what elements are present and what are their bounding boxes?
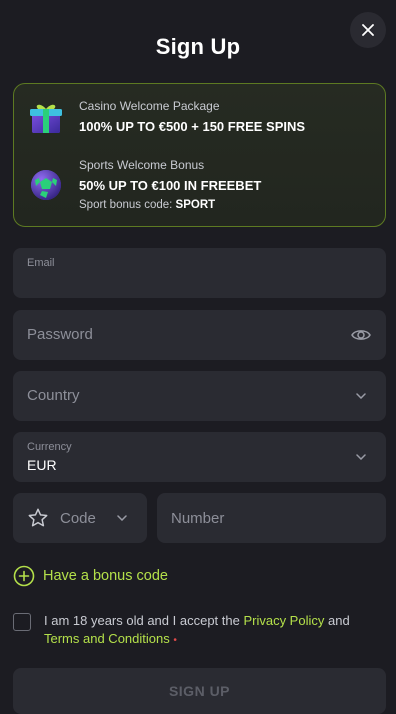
show-password-toggle[interactable] bbox=[350, 324, 372, 346]
number-placeholder: Number bbox=[171, 510, 225, 527]
password-placeholder: Password bbox=[27, 326, 93, 343]
soccer-ball-icon bbox=[31, 170, 61, 200]
eye-icon bbox=[351, 330, 371, 340]
country-select[interactable]: Country bbox=[13, 371, 386, 421]
casino-bonus-label: Casino Welcome Package bbox=[79, 99, 220, 113]
signup-modal: Sign Up Casino Welcome Package 100% UP T… bbox=[0, 0, 396, 714]
sports-bonus-label: Sports Welcome Bonus bbox=[79, 158, 205, 172]
password-field[interactable]: Password bbox=[13, 310, 386, 360]
terms-text: I am 18 years old and I accept the Priva… bbox=[44, 613, 350, 646]
phone-number-input[interactable]: Number bbox=[157, 493, 386, 543]
welcome-bonus-panel: Casino Welcome Package 100% UP TO €500 +… bbox=[13, 83, 386, 227]
country-placeholder: Country bbox=[27, 387, 80, 404]
casino-bonus-offer: 100% UP TO €500 + 150 FREE SPINS bbox=[79, 119, 306, 134]
have-bonus-code-link[interactable]: Have a bonus code bbox=[13, 565, 168, 587]
code-placeholder: Code bbox=[60, 510, 96, 527]
chevron-down-icon bbox=[117, 515, 127, 521]
star-icon bbox=[28, 508, 48, 527]
required-mark: • bbox=[173, 635, 177, 646]
page-title: Sign Up bbox=[155, 34, 241, 59]
phone-code-select[interactable]: Code bbox=[13, 493, 147, 543]
terms-conditions-link[interactable]: Terms and Conditions bbox=[44, 631, 170, 646]
currency-label: Currency bbox=[27, 441, 72, 453]
sports-bonus-offer: 50% UP TO €100 IN FREEBET bbox=[79, 178, 262, 193]
email-field[interactable]: Email bbox=[13, 248, 386, 298]
gift-icon bbox=[30, 104, 62, 133]
sports-bonus-code: Sport bonus code: SPORT bbox=[79, 198, 261, 213]
currency-select[interactable]: Currency EUR bbox=[13, 432, 386, 482]
email-label: Email bbox=[27, 257, 55, 269]
sign-up-button[interactable]: SIGN UP bbox=[13, 668, 386, 714]
plus-circle-icon bbox=[13, 565, 35, 587]
chevron-down-icon bbox=[356, 454, 366, 460]
currency-value: EUR bbox=[27, 457, 57, 473]
chevron-down-icon bbox=[356, 393, 366, 399]
terms-checkbox[interactable] bbox=[13, 613, 31, 631]
privacy-policy-link[interactable]: Privacy Policy bbox=[243, 613, 324, 628]
have-bonus-code-label: Have a bonus code bbox=[43, 568, 168, 584]
sports-bonus-code-value: SPORT bbox=[175, 199, 216, 211]
sports-bonus-code-label: Sport bonus code: bbox=[79, 199, 173, 211]
